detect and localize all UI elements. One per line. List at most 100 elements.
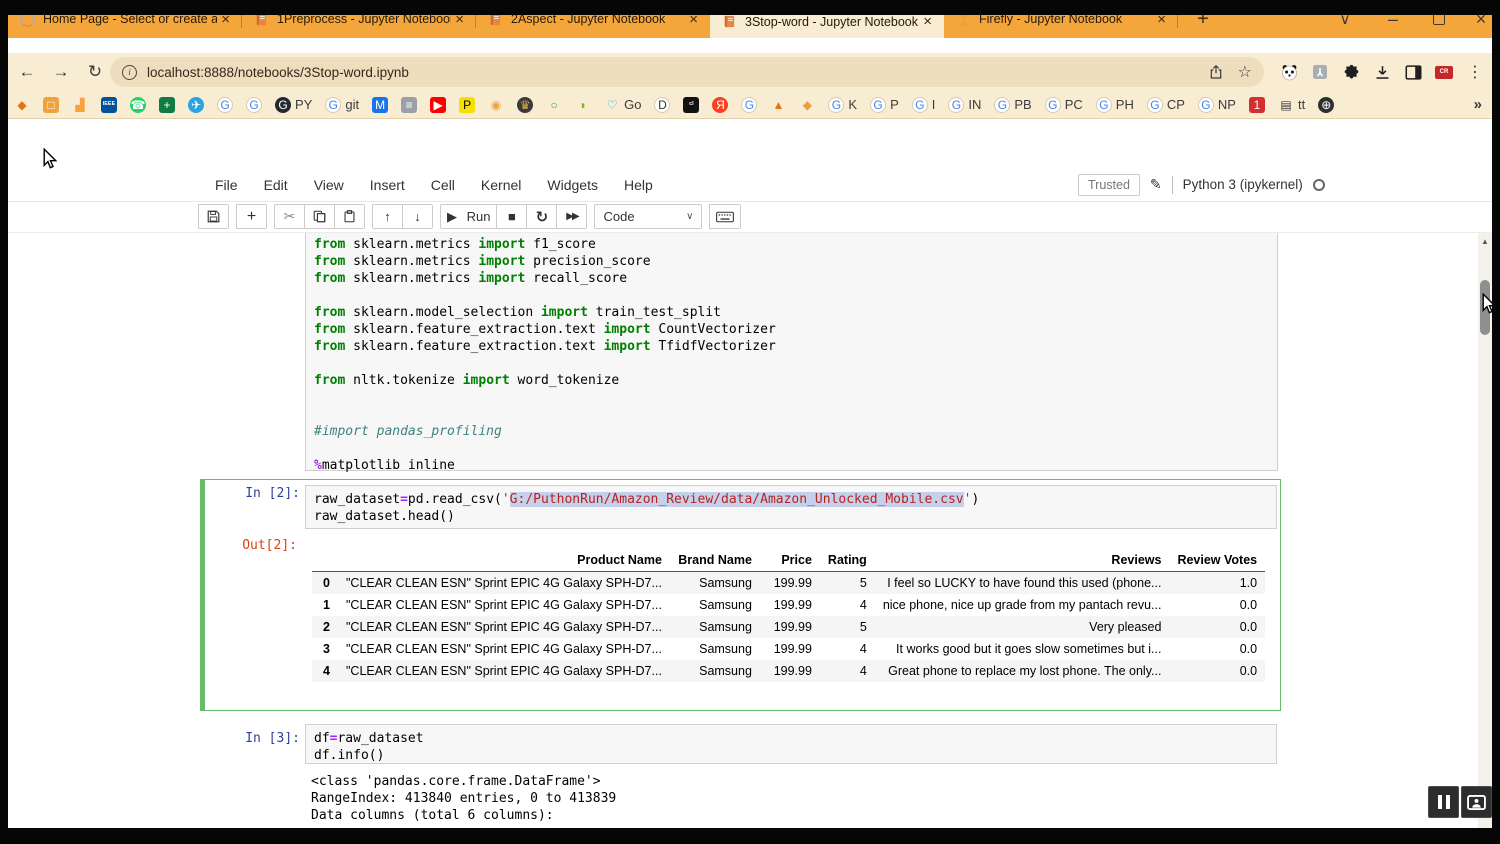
bookmark-google-k[interactable]: GK: [828, 97, 857, 113]
add-cell-button[interactable]: +: [236, 204, 267, 229]
code-cell-input[interactable]: from sklearn.metrics import f1_scorefrom…: [305, 233, 1278, 471]
move-cell-down-button[interactable]: ↓: [402, 204, 433, 229]
bookmark-dark-gold[interactable]: ♛: [517, 97, 533, 113]
bookmark-google-p[interactable]: GP: [870, 97, 899, 113]
run-button[interactable]: ▶ Run: [440, 204, 497, 229]
table-cell: 0.0: [1169, 594, 1265, 616]
bookmark-google-git[interactable]: Ggit: [325, 97, 359, 113]
bookmark-dark-gold-icon: ♛: [517, 97, 533, 113]
site-info-icon[interactable]: i: [122, 65, 137, 80]
paste-cell-button[interactable]: [334, 204, 365, 229]
edit-title-pencil-icon[interactable]: ✎: [1150, 176, 1162, 193]
bookmark-google-3[interactable]: G: [741, 97, 757, 113]
table-row: 0"CLEAR CLEAN ESN" Sprint EPIC 4G Galaxy…: [312, 572, 1265, 595]
bookmarks-overflow-chevron[interactable]: »: [1474, 96, 1482, 113]
code-cell-input[interactable]: df=raw_datasetdf.info(): [305, 724, 1277, 764]
bookmark-red-one[interactable]: 1: [1249, 97, 1265, 113]
move-cell-up-button[interactable]: ↑: [372, 204, 403, 229]
cut-cell-button[interactable]: ✂: [274, 204, 305, 229]
bookmark-orange-wing[interactable]: ◆: [799, 97, 815, 113]
share-icon[interactable]: [1208, 64, 1224, 80]
bookmark-google-cp[interactable]: GCP: [1147, 97, 1185, 113]
interrupt-kernel-button[interactable]: ■: [496, 204, 527, 229]
url-text[interactable]: localhost:8888/notebooks/3Stop-word.ipyn…: [147, 65, 1194, 80]
scrollbar-track[interactable]: ▲: [1478, 233, 1492, 828]
table-cell: 4: [820, 594, 875, 616]
downloads-icon[interactable]: [1373, 63, 1391, 81]
url-field[interactable]: i localhost:8888/notebooks/3Stop-word.ip…: [110, 57, 1264, 87]
panda-extension-icon[interactable]: [1280, 63, 1298, 81]
bookmark-google-i[interactable]: GI: [912, 97, 936, 113]
trusted-button[interactable]: Trusted: [1078, 174, 1140, 196]
bookmark-nvidia[interactable]: ◗: [575, 97, 591, 113]
restart-run-all-button[interactable]: ▶▶: [556, 204, 587, 229]
tab-close-icon[interactable]: ×: [919, 14, 936, 29]
bookmark-youtube[interactable]: ▶: [430, 97, 446, 113]
menu-insert[interactable]: Insert: [357, 177, 418, 193]
bookmark-sheets[interactable]: +: [159, 97, 175, 113]
bookmark-yellow-p[interactable]: P: [459, 97, 475, 113]
bookmark-ieee[interactable]: IEEE: [101, 97, 117, 113]
bookmark-google-np[interactable]: GNP: [1198, 97, 1236, 113]
bookmark-matlab[interactable]: ▲: [770, 97, 786, 113]
bookmark-godaddy[interactable]: ♡Go: [604, 97, 641, 113]
menu-kernel[interactable]: Kernel: [468, 177, 534, 193]
bookmark-camera[interactable]: ◉: [488, 97, 504, 113]
bookmark-yandex[interactable]: Я: [712, 97, 728, 113]
bookmark-diamond[interactable]: ◆: [14, 97, 30, 113]
command-palette-keyboard-button[interactable]: [709, 204, 741, 229]
bookmark-google-i-icon: G: [912, 97, 928, 113]
menu-file[interactable]: File: [202, 177, 251, 193]
menu: FileEditViewInsertCellKernelWidgetsHelp: [202, 168, 666, 201]
menu-cell[interactable]: Cell: [418, 177, 468, 193]
bookmark-gray-app[interactable]: ≡: [401, 97, 417, 113]
bookmark-orange-app[interactable]: □: [43, 97, 59, 113]
scrollbar-up-arrow[interactable]: ▲: [1478, 237, 1492, 246]
copy-cell-button[interactable]: [304, 204, 335, 229]
bookmark-google-1-icon: G: [217, 97, 233, 113]
bookmark-whatsapp[interactable]: ☎: [130, 97, 146, 113]
bookmark-sheets-icon: +: [159, 97, 175, 113]
recorder-pause-button[interactable]: [1428, 786, 1459, 818]
recorder-extension-icon[interactable]: CR: [1435, 63, 1453, 81]
restart-kernel-button[interactable]: ↻: [526, 204, 557, 229]
scrollbar-thumb[interactable]: [1480, 280, 1490, 335]
browser-menu-kebab-icon[interactable]: ⋮: [1466, 63, 1484, 81]
gray-extension-icon[interactable]: [1311, 63, 1329, 81]
forward-button[interactable]: →: [46, 53, 76, 91]
bookmark-google-ph[interactable]: GPH: [1096, 97, 1134, 113]
back-button[interactable]: ←: [12, 53, 42, 91]
code-line: [314, 287, 1269, 304]
bookmark-craigslist[interactable]: cl: [683, 97, 699, 113]
bookmark-google-pc[interactable]: GPC: [1045, 97, 1083, 113]
bookmark-github-py[interactable]: GPY: [275, 97, 312, 113]
kernel-name: Python 3 (ipykernel): [1183, 177, 1303, 192]
sidebar-panel-icon[interactable]: [1404, 63, 1422, 81]
bookmark-globe[interactable]: ⊕: [1318, 97, 1334, 113]
output-line: RangeIndex: 413840 entries, 0 to 413839: [311, 790, 616, 807]
reload-button[interactable]: ↻: [80, 53, 110, 91]
menu-view[interactable]: View: [301, 177, 357, 193]
menu-edit[interactable]: Edit: [251, 177, 301, 193]
menu-widgets[interactable]: Widgets: [534, 177, 611, 193]
code-cell-input[interactable]: raw_dataset=pd.read_csv('G:/PuthonRun/Am…: [305, 485, 1277, 529]
bookmark-blue-m[interactable]: M: [372, 97, 388, 113]
bookmark-google-2[interactable]: G: [246, 97, 262, 113]
bookmark-google-pb[interactable]: GPB: [994, 97, 1031, 113]
bookmark-green-ring[interactable]: ○: [546, 97, 562, 113]
bookmark-google-in[interactable]: GIN: [948, 97, 981, 113]
recorder-webcam-button[interactable]: [1461, 786, 1492, 818]
bookmark-duckduckgo[interactable]: D: [654, 97, 670, 113]
menu-help[interactable]: Help: [611, 177, 666, 193]
table-cell: 199.99: [760, 594, 820, 616]
save-button[interactable]: [198, 204, 229, 229]
bookmark-blue-m-icon: M: [372, 97, 388, 113]
cell-type-select[interactable]: Code∨: [594, 204, 702, 229]
bookmark-google-1[interactable]: G: [217, 97, 233, 113]
bookmark-star-icon[interactable]: ☆: [1238, 62, 1252, 82]
bookmark-printer-tt[interactable]: ▤tt: [1278, 97, 1305, 113]
bookmark-label: I: [932, 97, 936, 112]
bookmark-analytics[interactable]: ▟: [72, 97, 88, 113]
puzzle-extensions-icon[interactable]: [1342, 63, 1360, 81]
bookmark-telegram[interactable]: ✈: [188, 97, 204, 113]
